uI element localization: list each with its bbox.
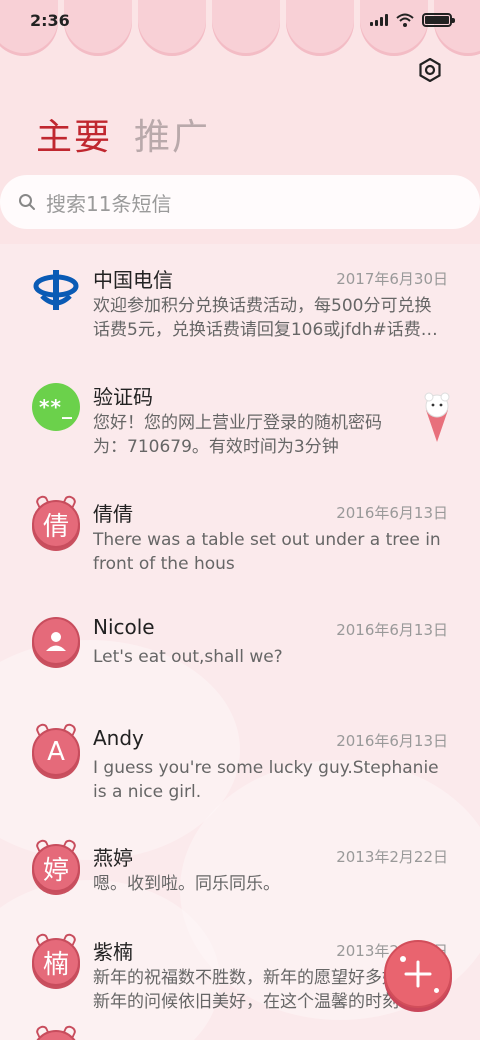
plus-icon bbox=[404, 960, 432, 988]
message-date: 2017年6月30日 bbox=[336, 270, 448, 288]
search-icon bbox=[19, 194, 35, 210]
message-preview: There was a table set out under a tree i… bbox=[93, 530, 441, 574]
tab-bar: 主要 推广 bbox=[36, 108, 210, 160]
message-preview: Let's eat out,shall we? bbox=[93, 647, 283, 667]
contact-avatar: 婷 bbox=[32, 837, 80, 892]
message-preview: 嗯。收到啦。同乐同乐。 bbox=[93, 874, 280, 894]
tab-promo[interactable]: 推广 bbox=[134, 108, 210, 160]
conversation-item[interactable]: 倩 倩倩 2016年6月13日 There was a table set ou… bbox=[0, 478, 480, 594]
conversation-item[interactable]: 中国电信 2017年6月30日 欢迎参加积分兑换话费活动，每500分可兑换话费5… bbox=[0, 244, 480, 360]
settings-button[interactable] bbox=[416, 56, 444, 84]
contact-name: 倩倩 bbox=[93, 502, 133, 526]
contact-avatar bbox=[32, 1023, 80, 1040]
contact-name: Nicole bbox=[93, 615, 155, 639]
conversation-item[interactable]: **_ 验证码 您好！您的网上营业厅登录的随机密码为：710679。有效时间为3… bbox=[0, 361, 480, 477]
conversation-item[interactable]: A Andy 2016年6月13日 I guess you're some lu… bbox=[0, 706, 480, 822]
compose-button[interactable] bbox=[384, 940, 452, 1008]
contact-name: 紫楠 bbox=[93, 940, 133, 964]
wifi-icon bbox=[396, 13, 414, 27]
search-placeholder: 搜索11条短信 bbox=[46, 191, 172, 216]
message-preview: 欢迎参加积分兑换话费活动，每500分可兑换话费5元，兑换话费请回复106或jfd… bbox=[93, 296, 438, 340]
conversation-item[interactable] bbox=[0, 1023, 480, 1040]
gear-icon bbox=[419, 58, 441, 82]
china-telecom-logo-icon bbox=[32, 266, 80, 314]
bear-sticker-icon bbox=[424, 392, 450, 442]
contact-name: 验证码 bbox=[93, 385, 153, 409]
signal-icon bbox=[370, 14, 388, 26]
message-date: 2016年6月13日 bbox=[336, 504, 448, 522]
message-date: 2016年6月13日 bbox=[336, 621, 448, 639]
contact-name: 中国电信 bbox=[93, 268, 173, 292]
battery-icon bbox=[422, 13, 455, 27]
status-bar: 2:36 bbox=[0, 0, 480, 40]
contact-name: Andy bbox=[93, 726, 144, 750]
message-date: 2013年2月22日 bbox=[336, 848, 448, 866]
message-date: 2016年6月13日 bbox=[336, 732, 448, 750]
contact-avatar: 楠 bbox=[32, 931, 80, 986]
status-time: 2:36 bbox=[30, 10, 70, 30]
search-bar[interactable]: 搜索11条短信 bbox=[0, 175, 480, 229]
conversation-item[interactable]: Nicole 2016年6月13日 Let's eat out,shall we… bbox=[0, 595, 480, 711]
contact-avatar: A bbox=[32, 721, 80, 776]
person-icon bbox=[32, 617, 80, 665]
verification-avatar: **_ bbox=[32, 383, 80, 431]
contact-name: 燕婷 bbox=[93, 846, 133, 870]
message-list: 中国电信 2017年6月30日 欢迎参加积分兑换话费活动，每500分可兑换话费5… bbox=[0, 244, 480, 1040]
contact-avatar: 倩 bbox=[32, 493, 80, 548]
tab-primary[interactable]: 主要 bbox=[36, 108, 112, 160]
message-preview: I guess you're some lucky guy.Stephanie … bbox=[93, 758, 439, 802]
message-preview: 您好！您的网上营业厅登录的随机密码为：710679。有效时间为3分钟 bbox=[93, 413, 382, 457]
